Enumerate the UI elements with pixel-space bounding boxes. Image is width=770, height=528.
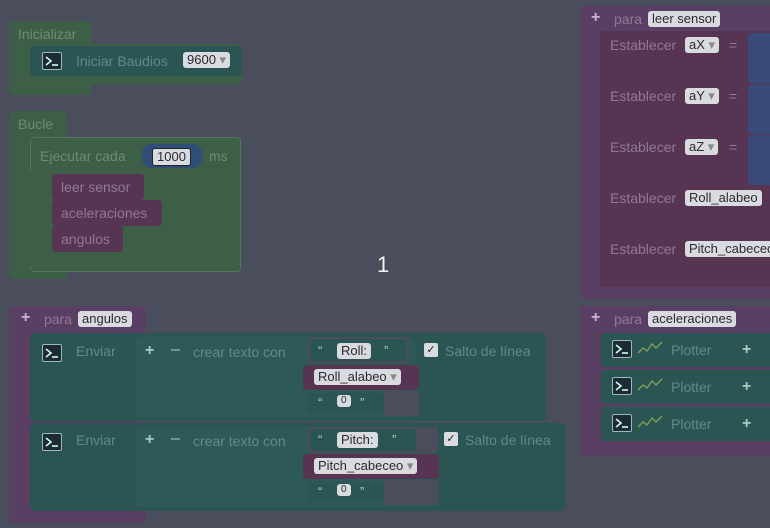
text-literal-roll-2-value[interactable]: 0 (337, 395, 351, 407)
set-ay-var-value: aY (689, 88, 705, 103)
print-pitch-create: crear texto con (193, 433, 286, 449)
fn-leer-sensor-name[interactable]: leer sensor (648, 11, 721, 27)
open-quote-icon: “ (318, 395, 323, 410)
close-quote-icon: ” (360, 484, 365, 499)
plus-icon[interactable]: + (145, 432, 154, 448)
newline-label-roll: Salto de línea (445, 343, 531, 359)
call-angulos-label: angulos (61, 231, 111, 247)
every-label: Ejecutar cada (40, 148, 126, 164)
call-aceleraciones-label: aceleraciones (61, 205, 148, 221)
text-socket-3 (383, 480, 439, 505)
text-literal-roll-value[interactable]: Roll: (337, 343, 372, 359)
chevron-down-icon: ▾ (708, 88, 715, 103)
chevron-down-icon: ▾ (406, 458, 414, 473)
interval-unit: ms (209, 148, 228, 164)
text-literal-pitch-value[interactable]: Pitch: (337, 432, 378, 448)
set-ax-eq: = (729, 37, 738, 53)
chevron-down-icon: ▾ (219, 52, 227, 67)
set-ax-var[interactable]: aX ▾ (685, 37, 720, 53)
set-ax-label: Establecer (610, 37, 677, 53)
text-literal-pitch-2-value[interactable]: 0 (337, 484, 351, 496)
chevron-down-icon: ▾ (707, 139, 715, 154)
plotter-3-label: Plotter (671, 416, 712, 432)
fn-aceleraciones-para: para (614, 311, 643, 327)
close-quote-icon: ” (384, 343, 389, 358)
var-roll-value: Roll_alabeo (318, 369, 387, 384)
chart-line-icon (637, 341, 663, 354)
plus-icon[interactable]: + (742, 416, 751, 432)
set-az-var[interactable]: aZ ▾ (685, 139, 719, 155)
var-pitch-value: Pitch_cabeceo (318, 458, 404, 473)
baud-dropdown[interactable]: 9600 ▾ (183, 52, 231, 68)
open-quote-icon: “ (318, 343, 323, 358)
fn-leer-sensor-para: para (614, 11, 643, 27)
terminal-icon (42, 52, 62, 70)
set-az-var-value: aZ (689, 139, 705, 154)
newline-checkbox-roll[interactable]: ✓ (424, 343, 438, 357)
set-pitch-var[interactable]: Pitch_cabeceo (685, 241, 770, 257)
set-ay-var[interactable]: aY ▾ (685, 88, 719, 104)
fn-aceleraciones-name[interactable]: aceleraciones (648, 311, 737, 327)
set-roll-label: Establecer (610, 190, 677, 206)
newline-label-pitch: Salto de línea (465, 432, 551, 448)
set-pitch-label: Establecer (610, 241, 677, 257)
open-quote-icon: “ (318, 484, 323, 499)
terminal-icon (612, 340, 632, 358)
close-quote-icon: ” (392, 432, 397, 447)
plus-icon[interactable]: + (742, 342, 751, 358)
loop-inner-channel (30, 170, 52, 266)
fn-angulos-para: para (44, 311, 73, 327)
newline-checkbox-pitch[interactable]: ✓ (444, 432, 458, 446)
set-az-eq: = (729, 139, 738, 155)
minus-icon[interactable]: – (171, 342, 180, 358)
print-pitch-send: Enviar (76, 432, 116, 448)
print-roll-create: crear texto con (193, 344, 286, 360)
minus-icon[interactable]: – (171, 431, 180, 447)
open-quote-icon: “ (318, 432, 323, 447)
plotter-2-label: Plotter (671, 379, 712, 395)
set-ay-value-socket (748, 84, 770, 134)
set-roll-var[interactable]: Roll_alabeo (685, 190, 762, 206)
plus-icon[interactable]: + (591, 310, 600, 326)
chevron-down-icon: ▾ (390, 369, 397, 384)
close-quote-icon: ” (360, 395, 365, 410)
loop-title: Bucle (18, 116, 54, 132)
var-pitch-dropdown[interactable]: Pitch_cabeceo ▾ (314, 458, 418, 474)
terminal-icon (612, 414, 632, 432)
chart-line-icon (637, 415, 663, 428)
text-socket-3 (383, 391, 419, 416)
call-leer-sensor-label: leer sensor (61, 179, 131, 195)
plus-icon[interactable]: + (742, 379, 751, 395)
set-ax-var-value: aX (689, 37, 705, 52)
var-roll-dropdown[interactable]: Roll_alabeo ▾ (314, 369, 401, 385)
baud-value: 9600 (187, 52, 216, 67)
set-ay-label: Establecer (610, 88, 677, 104)
setup-title: Inicializar (18, 26, 77, 42)
set-ax-value-socket (748, 33, 770, 83)
terminal-icon (612, 377, 632, 395)
plotter-1-label: Plotter (671, 342, 712, 358)
interval-input[interactable]: 1000 (152, 148, 191, 166)
terminal-icon (42, 344, 62, 362)
plus-icon[interactable]: + (145, 343, 154, 359)
chart-line-icon (637, 378, 663, 391)
fn-angulos-name[interactable]: angulos (78, 311, 132, 327)
print-roll-send: Enviar (76, 343, 116, 359)
serial-begin-label: Iniciar Baudios (76, 53, 168, 69)
set-ay-eq: = (729, 88, 738, 104)
terminal-icon (42, 433, 62, 451)
workspace-counter: 1 (377, 252, 390, 277)
chevron-down-icon: ▾ (708, 37, 716, 52)
plus-icon[interactable]: + (591, 10, 600, 26)
set-az-label: Establecer (610, 139, 677, 155)
set-az-value-socket (748, 135, 770, 185)
plus-icon[interactable]: + (21, 310, 30, 326)
